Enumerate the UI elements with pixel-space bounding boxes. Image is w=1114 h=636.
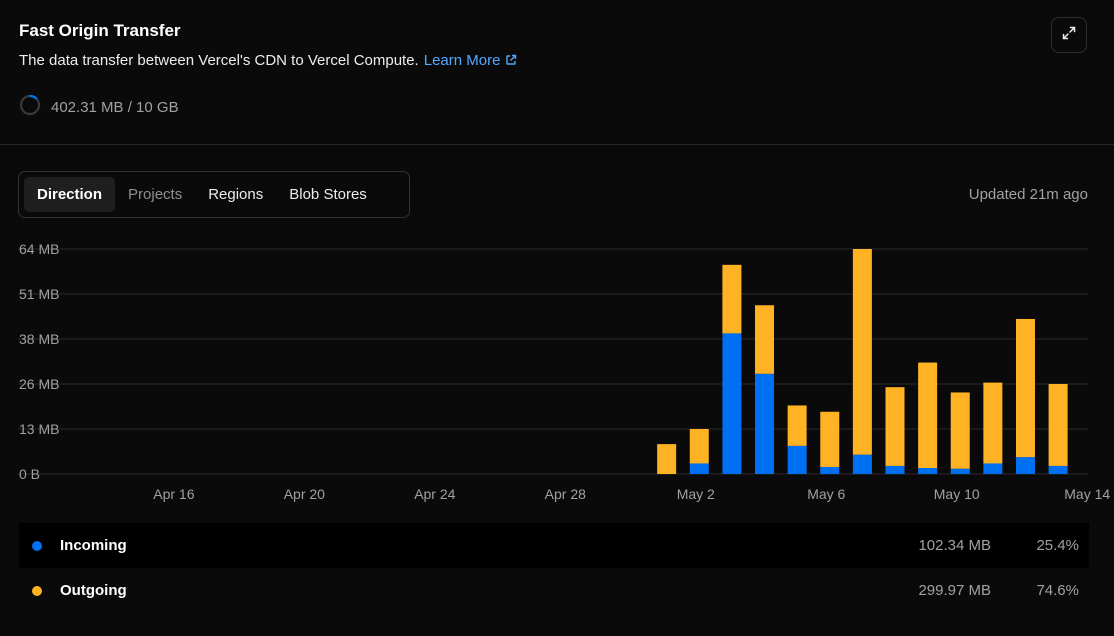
description-text: The data transfer between Vercel's CDN t… bbox=[19, 52, 419, 69]
bar-incoming bbox=[1015, 457, 1035, 474]
legend-percent: 25.4% bbox=[1036, 537, 1079, 554]
bar-outgoing bbox=[787, 405, 807, 446]
bar-outgoing bbox=[722, 264, 742, 334]
incoming-dot bbox=[32, 540, 42, 551]
bar-outgoing bbox=[950, 392, 970, 469]
bar-incoming bbox=[885, 465, 905, 474]
x-tick-label: Apr 24 bbox=[414, 486, 455, 502]
legend-name: Outgoing bbox=[60, 582, 127, 599]
bar-incoming bbox=[755, 373, 775, 474]
bar-outgoing bbox=[1015, 318, 1035, 458]
transfer-chart: 0 B 13 MB 26 MB 38 MB 51 MB 64 MB Apr 16 Apr 20… bbox=[18, 241, 1110, 502]
legend-row-outgoing[interactable]: Outgoing 299.97 MB 74.6% bbox=[19, 568, 1089, 613]
bar-incoming bbox=[722, 333, 742, 474]
usage-indicator: 402.31 MB / 10 GB bbox=[19, 94, 179, 120]
bar-outgoing bbox=[657, 444, 677, 474]
x-tick-label: May 10 bbox=[934, 486, 980, 502]
bar-outgoing bbox=[820, 411, 840, 467]
section-divider bbox=[0, 144, 1114, 145]
learn-more-link[interactable]: Learn More bbox=[424, 52, 518, 69]
bar-outgoing bbox=[918, 362, 938, 469]
bar-outgoing bbox=[689, 429, 709, 464]
bar-incoming bbox=[820, 466, 840, 474]
usage-text: 402.31 MB / 10 GB bbox=[51, 98, 179, 116]
x-tick-label: May 2 bbox=[677, 486, 715, 502]
x-tick-label: Apr 28 bbox=[545, 486, 586, 502]
updated-timestamp: Updated 21m ago bbox=[968, 186, 1088, 203]
bar-incoming bbox=[689, 463, 709, 474]
y-tick-label: 26 MB bbox=[19, 376, 59, 392]
y-tick-label: 64 MB bbox=[19, 241, 59, 257]
x-tick-label: Apr 16 bbox=[153, 486, 194, 502]
x-tick-label: May 6 bbox=[807, 486, 845, 502]
bar-incoming bbox=[852, 454, 872, 474]
y-tick-label: 51 MB bbox=[19, 286, 59, 302]
y-tick-label: 38 MB bbox=[19, 331, 59, 347]
legend-name: Incoming bbox=[60, 537, 127, 554]
usage-ring-icon bbox=[19, 94, 41, 120]
expand-icon bbox=[1061, 25, 1077, 46]
bar-outgoing bbox=[885, 387, 905, 466]
y-tick-label: 13 MB bbox=[19, 421, 59, 437]
bar-outgoing bbox=[1048, 384, 1068, 466]
tab-direction[interactable]: Direction bbox=[24, 177, 116, 212]
tab-regions[interactable]: Regions bbox=[195, 177, 276, 212]
external-link-icon bbox=[505, 53, 517, 70]
bar-incoming bbox=[787, 445, 807, 474]
tab-blob-stores[interactable]: Blob Stores bbox=[276, 177, 380, 212]
bar-outgoing bbox=[983, 382, 1003, 464]
learn-more-label: Learn More bbox=[423, 52, 501, 69]
bar-incoming bbox=[950, 468, 970, 474]
bar-outgoing bbox=[852, 249, 872, 455]
y-tick-label: 0 B bbox=[19, 466, 40, 482]
expand-button[interactable] bbox=[1051, 17, 1087, 53]
legend-total: 299.97 MB bbox=[918, 582, 991, 599]
tab-projects[interactable]: Projects bbox=[115, 177, 195, 212]
x-tick-label: Apr 20 bbox=[284, 486, 325, 502]
bar-incoming bbox=[918, 468, 938, 474]
outgoing-dot bbox=[32, 585, 42, 596]
legend-row-incoming[interactable]: Incoming 102.34 MB 25.4% bbox=[19, 523, 1089, 568]
legend-total: 102.34 MB bbox=[918, 537, 991, 554]
bar-incoming bbox=[983, 463, 1003, 474]
x-tick-label: May 14 bbox=[1064, 486, 1110, 502]
description: The data transfer between Vercel's CDN t… bbox=[19, 52, 517, 70]
page-title: Fast Origin Transfer bbox=[19, 21, 181, 40]
bar-incoming bbox=[1048, 465, 1068, 474]
legend-percent: 74.6% bbox=[1036, 582, 1079, 599]
breakdown-tabs: Direction Projects Regions Blob Stores bbox=[18, 171, 410, 218]
bar-outgoing bbox=[755, 305, 775, 374]
